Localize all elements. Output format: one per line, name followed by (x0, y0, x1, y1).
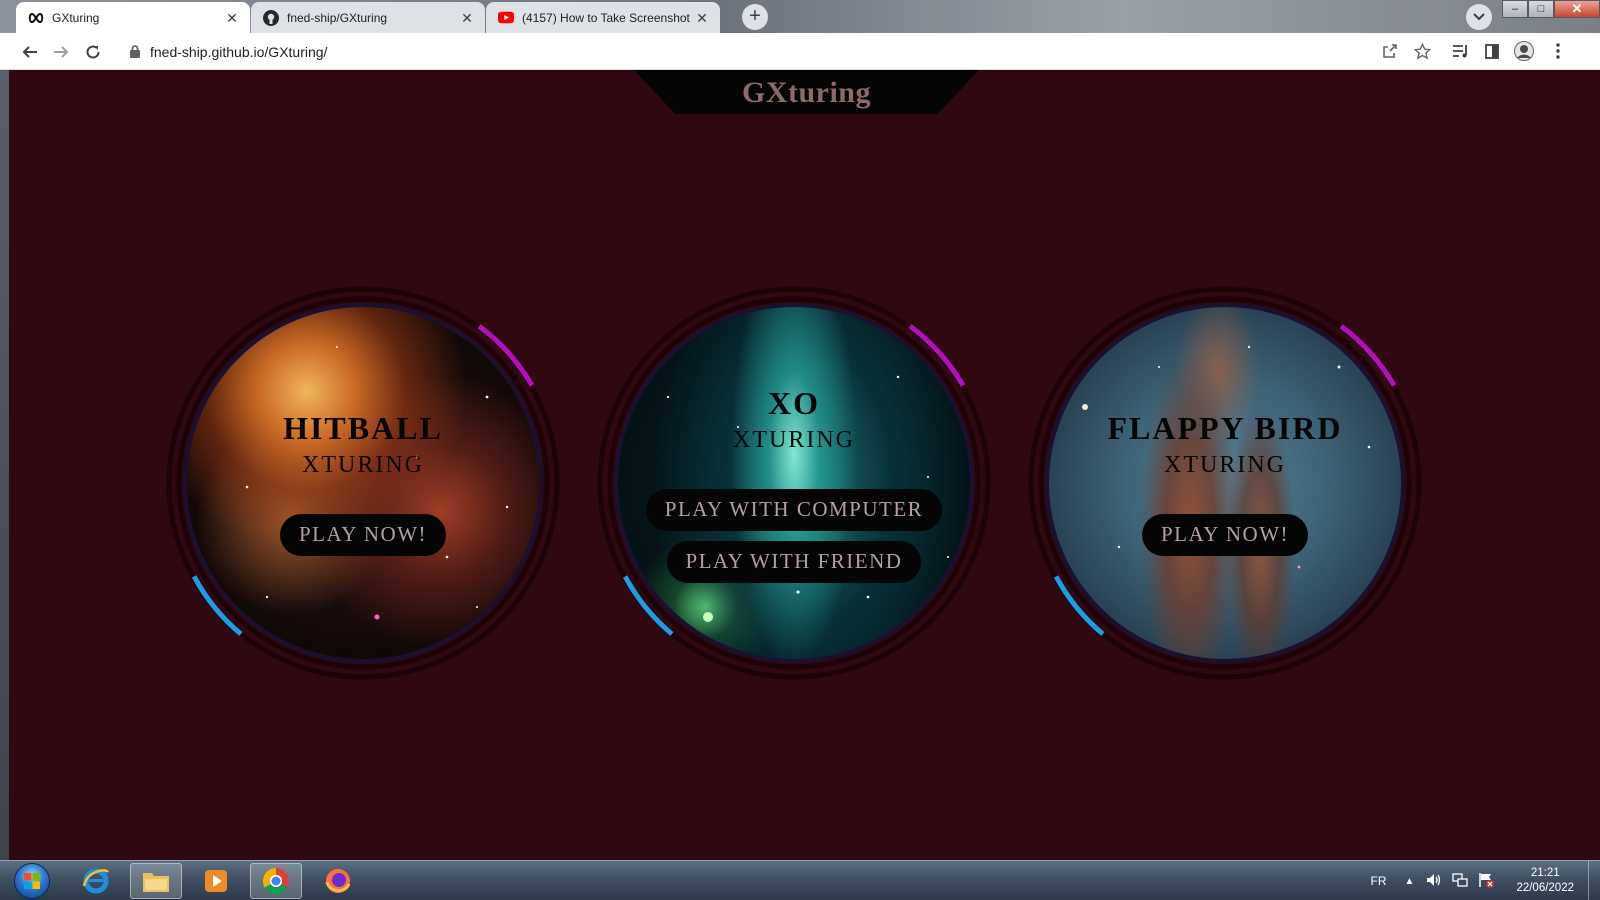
share-icon[interactable] (1378, 39, 1402, 63)
game-subtitle: XTURING (1164, 452, 1286, 478)
play-with-computer-button[interactable]: PLAY WITH COMPUTER (645, 489, 943, 531)
tab-search-button[interactable] (1466, 4, 1492, 30)
close-window-button[interactable]: ✕ (1554, 0, 1600, 18)
tab-youtube[interactable]: (4157) How to Take Screenshot in ✕ (486, 2, 720, 33)
reload-button[interactable] (80, 39, 106, 65)
url-text: fned-ship.github.io/GXturing/ (150, 43, 328, 60)
tab-title: fned-ship/GXturing (287, 10, 388, 25)
site-header: GXturing (634, 70, 979, 114)
windows-taskbar: FR ▲ 21:21 22/06/2022 (0, 860, 1600, 900)
game-title: HITBALL (283, 410, 443, 446)
close-icon[interactable]: ✕ (694, 10, 710, 26)
show-desktop-button[interactable] (1588, 861, 1600, 900)
language-indicator[interactable]: FR (1371, 874, 1387, 888)
lock-icon[interactable] (130, 45, 140, 58)
close-icon[interactable]: ✕ (459, 10, 475, 26)
clock[interactable]: 21:21 22/06/2022 (1508, 866, 1588, 896)
reload-icon (86, 45, 100, 59)
game-image: XO XTURING PLAY WITH COMPUTER PLAY WITH … (614, 303, 974, 663)
game-subtitle: XTURING (302, 452, 424, 478)
maximize-button[interactable]: □ (1528, 0, 1554, 18)
github-icon (263, 9, 279, 26)
avatar-icon[interactable] (1512, 39, 1536, 63)
chevron-up-icon[interactable]: ▲ (1405, 876, 1415, 887)
infinity-icon (28, 10, 44, 26)
file-explorer-icon[interactable] (130, 863, 182, 899)
browser-toolbar: fned-ship.github.io/GXturing/ (0, 33, 1600, 70)
chevron-down-icon (1473, 13, 1485, 21)
game-subtitle: XTURING (733, 427, 855, 453)
clock-date: 22/06/2022 (1516, 882, 1574, 894)
system-tray: FR ▲ 21:21 22/06/2022 (1371, 861, 1600, 900)
play-now-button[interactable]: PLAY NOW! (279, 514, 447, 556)
site-title[interactable]: GXturing (742, 76, 871, 110)
tab-strip: GXturing ✕ fned-ship/GXturing ✕ (4157) H… (0, 0, 1600, 33)
media-player-icon[interactable] (190, 863, 242, 899)
card-content: FLAPPY BIRD XTURING PLAY NOW! (1049, 307, 1401, 659)
game-title: FLAPPY BIRD (1107, 410, 1343, 446)
kebab-menu-icon[interactable] (1546, 39, 1570, 63)
clock-time: 21:21 (1530, 867, 1560, 879)
page-viewport: GXturing HITBALL XTURING PLAY NOW! XO XT… (9, 70, 1600, 860)
action-center-icon[interactable] (1478, 872, 1495, 891)
game-image: FLAPPY BIRD XTURING PLAY NOW! (1045, 303, 1405, 663)
game-card-hitball: HITBALL XTURING PLAY NOW! (166, 286, 560, 680)
tab-gxturing[interactable]: GXturing ✕ (16, 2, 250, 33)
tab-title: (4157) How to Take Screenshot in (522, 10, 694, 25)
play-with-friend-button[interactable]: PLAY WITH FRIEND (666, 541, 922, 583)
youtube-icon (498, 10, 514, 26)
game-card-xo: XO XTURING PLAY WITH COMPUTER PLAY WITH … (597, 286, 991, 680)
forward-button[interactable] (48, 39, 74, 65)
network-icon[interactable] (1452, 872, 1469, 890)
new-tab-button[interactable]: + (742, 4, 768, 30)
game-title: XO (768, 385, 820, 421)
windows-logo-icon (24, 873, 40, 889)
firefox-icon[interactable] (312, 863, 364, 899)
arrow-left-icon (22, 46, 37, 58)
reading-list-icon[interactable] (1448, 39, 1472, 63)
card-content: XO XTURING PLAY WITH COMPUTER PLAY WITH … (618, 307, 970, 659)
close-icon[interactable]: ✕ (224, 10, 240, 26)
game-image: HITBALL XTURING PLAY NOW! (183, 303, 543, 663)
internet-explorer-icon[interactable] (70, 863, 122, 899)
card-content: HITBALL XTURING PLAY NOW! (187, 307, 539, 659)
play-now-button[interactable]: PLAY NOW! (1141, 514, 1309, 556)
address-bar[interactable]: fned-ship.github.io/GXturing/ (118, 37, 1470, 66)
tab-title: GXturing (52, 10, 100, 25)
start-button[interactable] (14, 863, 50, 899)
arrow-right-icon (54, 46, 69, 58)
star-icon[interactable] (1410, 39, 1434, 63)
tab-github[interactable]: fned-ship/GXturing ✕ (251, 2, 485, 33)
game-card-flappy-bird: FLAPPY BIRD XTURING PLAY NOW! (1028, 286, 1422, 680)
side-panel-icon[interactable] (1480, 39, 1504, 63)
chrome-icon[interactable] (250, 863, 302, 899)
back-button[interactable] (17, 39, 43, 65)
volume-icon[interactable] (1426, 873, 1442, 890)
window-controls: – □ ✕ (1502, 0, 1600, 20)
minimize-button[interactable]: – (1502, 0, 1528, 18)
